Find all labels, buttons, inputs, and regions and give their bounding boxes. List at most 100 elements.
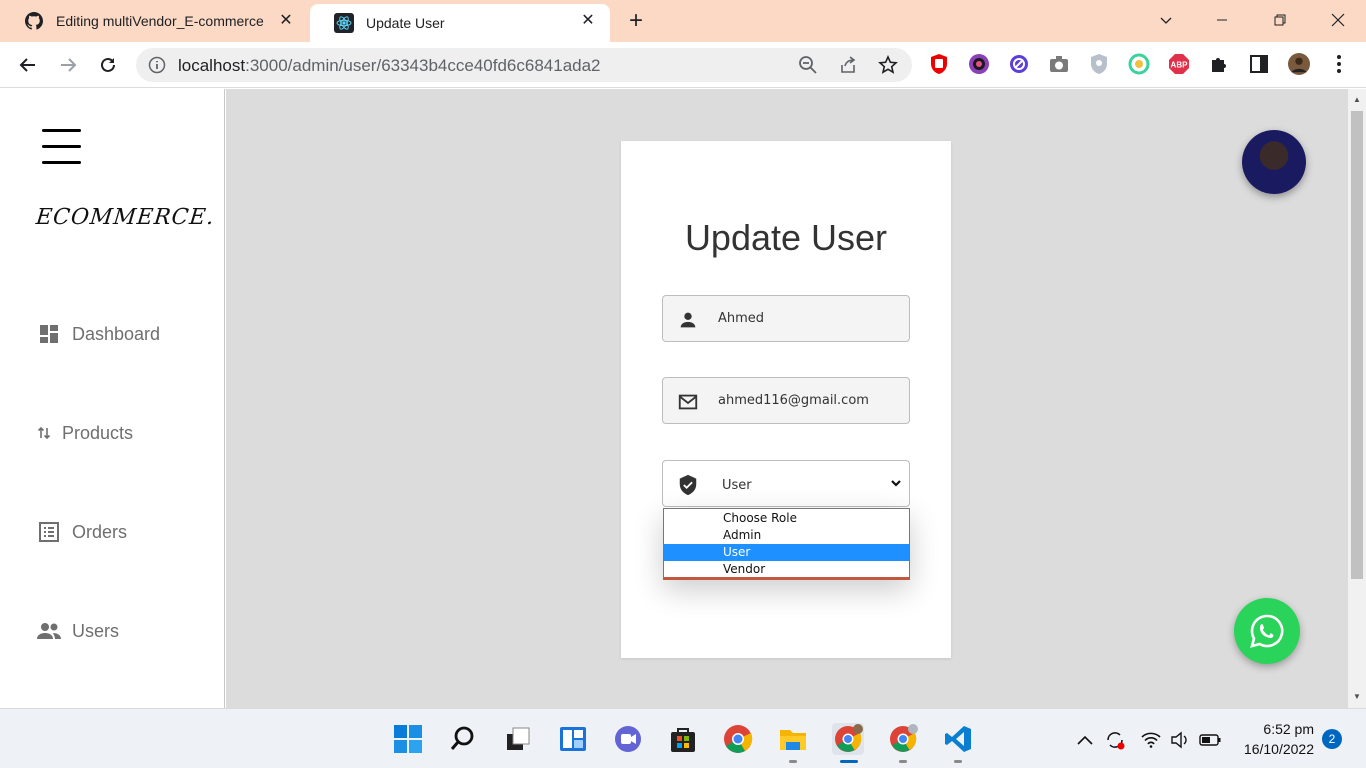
close-window-button[interactable] [1310, 0, 1366, 40]
tab-title: Editing multiVendor_E-commerce [56, 13, 264, 29]
bookmark-star-icon[interactable] [878, 55, 898, 75]
chrome-icon[interactable] [722, 723, 754, 755]
email-field[interactable]: ahmed116@gmail.com [662, 377, 910, 424]
screen-recorder-icon[interactable] [968, 53, 990, 75]
role-option-selected[interactable]: User [664, 544, 909, 561]
scroll-down-icon[interactable]: ▼ [1352, 692, 1362, 701]
brand-logo[interactable]: ECOMMERCE. [35, 205, 216, 230]
tab-title: Update User [366, 15, 445, 31]
page-title: Update User [684, 217, 888, 258]
role-select[interactable]: User [662, 460, 910, 507]
role-option[interactable]: Choose Role [664, 510, 909, 527]
main-content: Update User Ahmed ahmed116@gmail.com Use… [226, 89, 1348, 708]
extensions-puzzle-icon[interactable] [1208, 53, 1230, 75]
chrome-profile-2-icon[interactable] [887, 723, 919, 755]
sidebar-item-label: Dashboard [72, 323, 161, 344]
minimize-button[interactable] [1194, 0, 1250, 40]
browser-tab-strip: Editing multiVendor_E-commerce ✕ Update … [0, 0, 1366, 42]
sidebar-item-label: Users [72, 620, 120, 641]
notification-badge[interactable]: 2 [1322, 729, 1342, 749]
role-option[interactable]: Admin [664, 527, 909, 544]
adblock-plus-icon[interactable]: ABP [1168, 53, 1190, 75]
sidebar-item-label: Orders [72, 521, 128, 542]
share-icon[interactable] [838, 55, 858, 75]
tab-editing-repo[interactable]: Editing multiVendor_E-commerce ✕ [0, 0, 308, 42]
sidebar-item-dashboard[interactable]: Dashboard [36, 321, 160, 347]
zoom-icon[interactable] [798, 55, 818, 75]
vscode-icon[interactable] [942, 723, 974, 755]
sidebar-item-products[interactable]: Products [36, 420, 133, 446]
address-bar[interactable]: localhost:3000/admin/user/63343b4cce40fd… [136, 48, 912, 82]
forward-button[interactable] [54, 51, 82, 79]
ublock-icon[interactable] [928, 53, 950, 75]
sort-arrows-icon [36, 420, 52, 446]
mail-icon [677, 391, 699, 413]
close-icon[interactable]: ✕ [578, 11, 598, 31]
sidebar-item-users[interactable]: Users [36, 618, 119, 644]
blocker-icon[interactable] [1008, 53, 1030, 75]
person-icon [677, 309, 699, 331]
app-running-indicator [789, 760, 797, 763]
react-icon [334, 13, 354, 33]
name-field[interactable]: Ahmed [662, 295, 910, 342]
page-scrollbar[interactable]: ▲ ▼ [1348, 89, 1366, 708]
teams-chat-icon[interactable] [612, 723, 644, 755]
widgets-icon[interactable] [557, 723, 589, 755]
microsoft-store-icon[interactable] [667, 723, 699, 755]
url-text: localhost:3000/admin/user/63343b4cce40fd… [178, 56, 601, 75]
battery-icon[interactable] [1199, 729, 1221, 751]
menu-toggle-icon[interactable] [42, 129, 82, 165]
camera-icon[interactable] [1048, 53, 1070, 75]
browser-toolbar: localhost:3000/admin/user/63343b4cce40fd… [0, 42, 1366, 88]
windows-start-icon[interactable] [392, 723, 424, 755]
role-value: User [722, 478, 752, 493]
windows-taskbar: 6:52 pm 16/10/2022 2 [0, 708, 1366, 768]
scroll-up-icon[interactable]: ▲ [1352, 95, 1362, 104]
sidebar: ECOMMERCE. Dashboard Products Orders Use… [0, 89, 225, 708]
svg-text:ABP: ABP [1171, 61, 1189, 70]
volume-icon[interactable] [1169, 729, 1191, 751]
site-info-icon[interactable] [148, 56, 166, 74]
clock-time: 6:52 pm [1263, 721, 1314, 737]
people-icon [36, 618, 62, 644]
tab-search-chevron-icon[interactable] [1138, 0, 1194, 40]
name-value: Ahmed [718, 311, 765, 326]
list-icon [36, 519, 62, 545]
chevron-up-icon[interactable] [1074, 729, 1096, 751]
role-option[interactable]: Vendor [664, 561, 909, 578]
app-running-indicator [899, 760, 907, 763]
restore-button[interactable] [1252, 0, 1308, 40]
browser-menu-icon[interactable] [1328, 53, 1350, 75]
tab-update-user[interactable]: Update User ✕ [310, 4, 610, 42]
wifi-icon[interactable] [1140, 729, 1162, 751]
whatsapp-icon[interactable] [1234, 598, 1300, 664]
email-value: ahmed116@gmail.com [718, 393, 869, 408]
shield-extension-icon[interactable] [1088, 53, 1110, 75]
back-button[interactable] [14, 51, 42, 79]
side-panel-icon[interactable] [1248, 53, 1270, 75]
reload-button[interactable] [94, 51, 122, 79]
close-icon[interactable]: ✕ [276, 11, 296, 31]
file-explorer-icon[interactable] [777, 723, 809, 755]
sync-icon[interactable] [1104, 729, 1126, 751]
verified-shield-icon [677, 474, 699, 496]
new-tab-button[interactable]: + [622, 8, 650, 36]
role-dropdown-list: Choose Role Admin User Vendor [663, 508, 910, 580]
scrollbar-thumb[interactable] [1351, 111, 1363, 579]
github-icon [24, 11, 44, 31]
sidebar-item-orders[interactable]: Orders [36, 519, 127, 545]
color-picker-icon[interactable] [1128, 53, 1150, 75]
sidebar-item-label: Products [62, 422, 134, 443]
clock[interactable]: 6:52 pm 16/10/2022 [1238, 719, 1314, 759]
chevron-down-icon [889, 476, 903, 490]
update-user-form: Update User Ahmed ahmed116@gmail.com Use… [621, 141, 951, 658]
active-app-indicator [840, 760, 858, 763]
dashboard-icon [36, 321, 62, 347]
search-icon[interactable] [447, 723, 479, 755]
user-avatar[interactable] [1242, 130, 1306, 194]
app-running-indicator [954, 760, 962, 763]
clock-date: 16/10/2022 [1243, 741, 1314, 757]
task-view-icon[interactable] [502, 723, 534, 755]
profile-avatar[interactable] [1288, 53, 1310, 75]
chrome-profile-1-icon[interactable] [832, 723, 864, 755]
